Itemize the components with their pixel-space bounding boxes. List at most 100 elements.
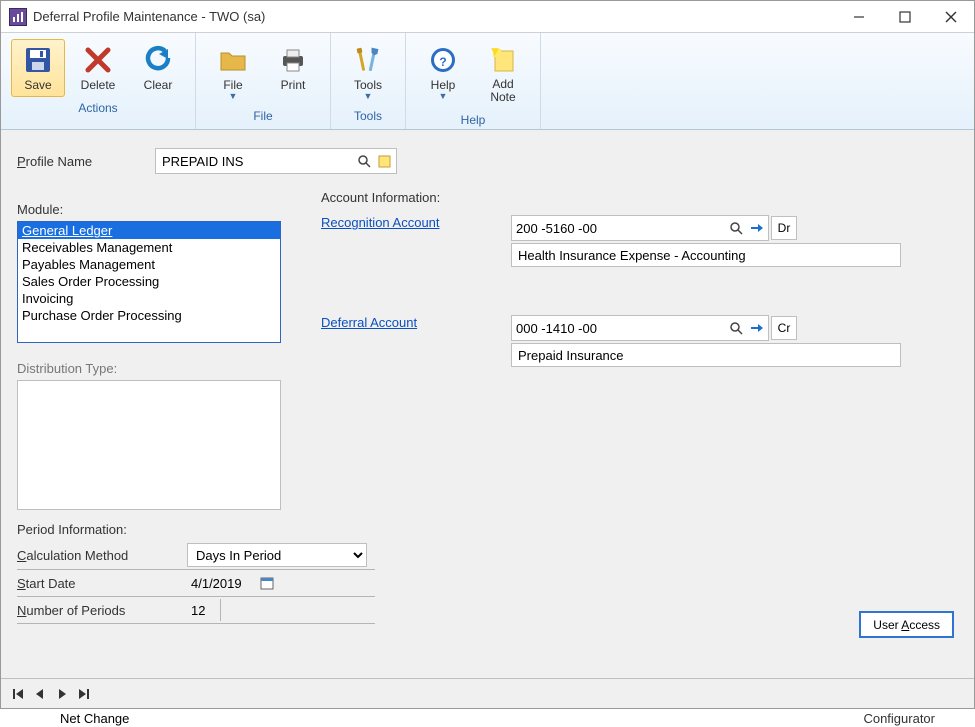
last-icon [78,688,90,700]
module-listbox[interactable]: General LedgerReceivables ManagementPaya… [17,221,281,343]
chevron-down-icon: ▼ [364,92,373,100]
app-window: Deferral Profile Maintenance - TWO (sa) [0,0,975,709]
note-icon [377,154,392,169]
delete-button-label: Delete [81,78,116,92]
file-button-label: File [223,78,242,92]
deferral-desc: Prepaid Insurance [511,343,901,367]
deferral-drcr-box[interactable]: Cr [771,316,797,340]
clear-button[interactable]: Clear [131,39,185,97]
ribbon-group-label-file: File [253,109,272,123]
profile-name-field-wrap [155,148,397,174]
save-icon [22,44,54,76]
maximize-button[interactable] [882,1,928,32]
ribbon-group-tools: Tools ▼ Tools [331,33,406,129]
configurator-label: Configurator [863,711,935,726]
window-title: Deferral Profile Maintenance - TWO (sa) [33,9,265,24]
add-note-button[interactable]: Add Note [476,39,530,109]
clear-button-label: Clear [144,78,173,92]
arrow-right-icon [749,221,764,236]
folder-icon [217,44,249,76]
tools-icon [352,44,384,76]
print-button[interactable]: Print [266,39,320,105]
num-periods-input[interactable] [187,599,221,621]
record-nav-bar [1,678,974,708]
recognition-lookup-button[interactable] [726,218,746,238]
start-date-input[interactable] [187,572,257,594]
date-picker-button[interactable] [257,573,277,593]
delete-button[interactable]: Delete [71,39,125,97]
minimize-button[interactable] [836,1,882,32]
svg-text:?: ? [439,55,446,69]
recognition-expand-button[interactable] [746,218,766,238]
deferral-account-field-wrap [511,315,769,341]
profile-name-label: Profile Name [17,154,137,169]
net-change-label: Net Change [60,711,129,726]
tools-button-label: Tools [354,78,382,92]
start-date-label: Start Date [17,576,187,591]
ribbon-group-help: ? Help ▼ Add Note Help [406,33,541,129]
nav-next-button[interactable] [53,685,71,703]
tools-button[interactable]: Tools ▼ [341,39,395,105]
module-option[interactable]: Payables Management [18,256,280,273]
ribbon-toolbar: Save Delete Clear Actions [1,33,974,130]
module-label: Module: [17,202,63,217]
help-button[interactable]: ? Help ▼ [416,39,470,109]
recognition-account-link[interactable]: Recognition Account [321,215,511,230]
close-button[interactable] [928,1,974,32]
search-icon [729,321,744,336]
deferral-lookup-button[interactable] [726,318,746,338]
profile-name-input[interactable] [162,154,354,169]
recognition-drcr-box[interactable]: Dr [771,216,797,240]
recognition-desc: Health Insurance Expense - Accounting [511,243,901,267]
help-icon: ? [427,44,459,76]
clear-icon [142,44,174,76]
deferral-account-link[interactable]: Deferral Account [321,315,511,330]
recognition-account-input[interactable] [512,219,726,238]
arrow-right-icon [749,321,764,336]
nav-last-button[interactable] [75,685,93,703]
recognition-account-field-wrap [511,215,769,241]
nav-prev-button[interactable] [31,685,49,703]
search-icon [357,154,372,169]
user-access-button[interactable]: User Access [859,611,954,638]
print-button-label: Print [281,78,306,92]
module-option[interactable]: Purchase Order Processing [18,307,280,324]
add-note-icon [487,44,519,76]
title-bar: Deferral Profile Maintenance - TWO (sa) [1,1,974,33]
form-body: Profile Name Module: General LedgerRecei… [1,130,974,678]
ribbon-group-label-tools: Tools [354,109,382,123]
file-button[interactable]: File ▼ [206,39,260,105]
period-info-label: Period Information: [17,522,958,537]
calendar-icon [260,576,274,590]
num-periods-label: Number of Periods [17,603,187,618]
app-icon [9,8,27,26]
module-option[interactable]: Invoicing [18,290,280,307]
close-icon [945,11,957,23]
minimize-icon [853,11,865,23]
delete-icon [82,44,114,76]
save-button[interactable]: Save [11,39,65,97]
module-option[interactable]: General Ledger [18,222,280,239]
module-option[interactable]: Receivables Management [18,239,280,256]
distribution-type-label: Distribution Type: [17,361,117,376]
calc-method-select[interactable]: Days In Period [187,543,367,567]
ribbon-group-file: File ▼ Print File [196,33,331,129]
prev-icon [34,688,46,700]
nav-first-button[interactable] [9,685,27,703]
add-note-button-label: Add Note [490,78,515,104]
profile-note-button[interactable] [374,151,394,171]
window-controls [836,1,974,32]
deferral-expand-button[interactable] [746,318,766,338]
save-button-label: Save [24,78,51,92]
calc-method-label: Calculation Method [17,548,187,563]
chevron-down-icon: ▼ [229,92,238,100]
maximize-icon [899,11,911,23]
profile-lookup-button[interactable] [354,151,374,171]
module-option[interactable]: Sales Order Processing [18,273,280,290]
first-icon [12,688,24,700]
account-info-label: Account Information: [321,190,901,205]
deferral-account-input[interactable] [512,319,726,338]
distribution-type-listbox[interactable] [17,380,281,510]
ribbon-group-label-actions: Actions [78,101,117,115]
background-status-strip: Net Change Configurator [0,709,975,727]
